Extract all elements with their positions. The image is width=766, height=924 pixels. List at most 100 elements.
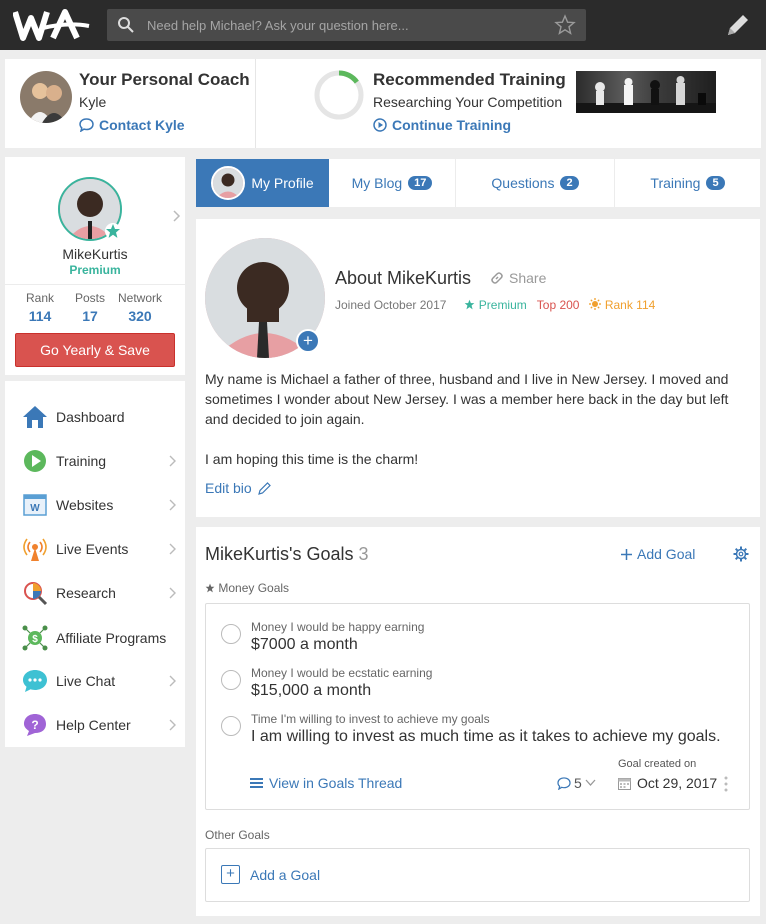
tab-questions[interactable]: Questions 2 xyxy=(456,159,615,207)
profile-divider xyxy=(5,284,185,285)
sidebar-item-affiliate-programs[interactable]: $ Affiliate Programs xyxy=(5,620,185,656)
continue-training-link[interactable]: Continue Training xyxy=(373,117,511,133)
add-goal-button[interactable]: Add Goal xyxy=(621,546,695,562)
add-goal-label: Add Goal xyxy=(637,546,696,562)
sidebar-item-help-center[interactable]: ? Help Center xyxy=(5,707,185,743)
share-label: Share xyxy=(509,270,547,286)
rank-badge: Rank 114 xyxy=(589,298,655,312)
chevron-right-icon[interactable] xyxy=(171,209,181,223)
add-photo-button[interactable]: + xyxy=(296,329,320,353)
share-button[interactable]: Share xyxy=(489,270,546,286)
profile-tabs: My Profile My Blog 17 Questions 2 Traini… xyxy=(196,159,760,207)
search-bar xyxy=(107,9,586,41)
coach-title: Your Personal Coach xyxy=(79,70,250,89)
goal-created-label: Goal created on xyxy=(618,758,697,770)
goal-created-date: Oct 29, 2017 xyxy=(618,775,717,791)
tab-avatar xyxy=(211,166,246,200)
tab-training[interactable]: Training 5 xyxy=(615,159,760,207)
sidebar-item-label: Live Events xyxy=(56,541,129,557)
research-icon xyxy=(24,582,48,606)
list-icon xyxy=(250,778,263,788)
chevron-right-icon xyxy=(169,719,176,731)
view-goals-thread-label: View in Goals Thread xyxy=(269,775,403,791)
sidebar-item-label: Live Chat xyxy=(56,673,116,689)
comment-count: 5 xyxy=(574,775,582,791)
chevron-right-icon xyxy=(169,455,176,467)
sun-icon xyxy=(589,298,602,310)
contact-coach-label: Contact Kyle xyxy=(99,117,185,133)
sidebar-item-live-events[interactable]: Live Events xyxy=(5,531,185,567)
sidebar-item-dashboard[interactable]: Dashboard xyxy=(5,399,185,435)
goal-checkbox[interactable] xyxy=(221,624,241,644)
training-thumbnail[interactable] xyxy=(576,71,716,113)
other-goals-label: Other Goals xyxy=(205,828,270,842)
sidebar-item-live-chat[interactable]: Live Chat xyxy=(5,663,185,699)
sidebar-item-label: Affiliate Programs xyxy=(56,630,167,646)
star-icon[interactable] xyxy=(554,14,576,36)
contact-coach-link[interactable]: Contact Kyle xyxy=(79,117,185,133)
premium-star-icon xyxy=(105,223,121,239)
goals-card: MikeKurtis's Goals 3 Add Goal Money Goal… xyxy=(196,527,760,916)
goals-title-text: MikeKurtis's Goals xyxy=(205,544,354,564)
stat-value: 320 xyxy=(128,308,152,324)
plus-box-icon: + xyxy=(221,865,240,884)
stat-label: Network xyxy=(117,291,162,305)
goal-checkbox[interactable] xyxy=(221,670,241,690)
go-yearly-button[interactable]: Go Yearly & Save xyxy=(15,333,175,367)
sidebar-item-training[interactable]: Training xyxy=(5,443,185,479)
top-badge: Top 200 xyxy=(536,298,580,312)
view-goals-thread-link[interactable]: View in Goals Thread xyxy=(250,775,402,791)
tab-count-badge: 5 xyxy=(706,176,725,190)
sidebar-item-research[interactable]: Research xyxy=(5,575,185,611)
link-icon xyxy=(491,272,503,284)
tab-my-profile[interactable]: My Profile xyxy=(196,159,329,207)
wa-logo[interactable] xyxy=(13,8,91,42)
goal-label: Money I would be ecstatic earning xyxy=(251,666,433,680)
chevron-right-icon xyxy=(169,587,176,599)
goal-value: $7000 a month xyxy=(251,636,358,653)
goal-value: I am willing to invest as much time as i… xyxy=(251,728,721,745)
sidebar-item-websites[interactable]: W Websites xyxy=(5,487,185,523)
help-icon: ? xyxy=(24,714,46,736)
profile-username[interactable]: MikeKurtis xyxy=(5,246,185,262)
bio-paragraph: I am hoping this time is the charm! xyxy=(205,451,419,467)
more-options-icon[interactable] xyxy=(724,776,728,792)
goal-checkbox[interactable] xyxy=(221,716,241,736)
play-icon xyxy=(24,450,46,472)
goal-value: $15,000 a month xyxy=(251,682,372,699)
chat-icon xyxy=(23,670,47,692)
sidebar-item-label: Dashboard xyxy=(56,409,125,425)
edit-bio-label: Edit bio xyxy=(205,480,252,496)
goals-count: 3 xyxy=(358,544,369,564)
add-a-goal-button[interactable]: + Add a Goal xyxy=(205,848,750,902)
svg-text:$: $ xyxy=(32,634,38,645)
bio-text: My name is Michael a father of three, hu… xyxy=(205,369,750,489)
coach-banner: Your Personal Coach Kyle Contact Kyle Re… xyxy=(5,59,761,148)
joined-date: Joined October 2017 xyxy=(335,298,447,312)
bio-paragraph: My name is Michael a father of three, hu… xyxy=(205,371,729,427)
edit-bio-link[interactable]: Edit bio xyxy=(205,480,272,496)
pencil-icon xyxy=(257,481,271,495)
plus-icon xyxy=(621,548,632,560)
about-meta: Joined October 2017 Premium Top 200 Rank… xyxy=(335,298,655,312)
stat-network[interactable]: Network 320 xyxy=(110,291,170,324)
comments-toggle[interactable]: 5 xyxy=(557,775,596,791)
sidebar-item-label: Websites xyxy=(56,497,114,513)
tab-my-blog[interactable]: My Blog 17 xyxy=(329,159,456,207)
coach-avatar[interactable] xyxy=(20,71,72,123)
search-icon xyxy=(118,17,134,33)
training-progress-ring xyxy=(314,70,364,120)
goal-label: Time I'm willing to invest to achieve my… xyxy=(251,712,490,726)
chevron-right-icon xyxy=(169,499,176,511)
gear-icon[interactable] xyxy=(733,546,749,562)
tab-label: Training xyxy=(650,175,701,191)
chevron-right-icon xyxy=(169,543,176,555)
goal-label: Money I would be happy earning xyxy=(251,620,425,634)
goals-title: MikeKurtis's Goals 3 xyxy=(205,544,369,565)
svg-text:?: ? xyxy=(31,718,38,732)
calendar-icon xyxy=(618,777,631,790)
search-input[interactable] xyxy=(147,9,547,41)
sidebar-item-label: Research xyxy=(56,585,116,601)
goal-created-date-text: Oct 29, 2017 xyxy=(637,775,718,791)
pencil-icon[interactable] xyxy=(724,11,752,39)
